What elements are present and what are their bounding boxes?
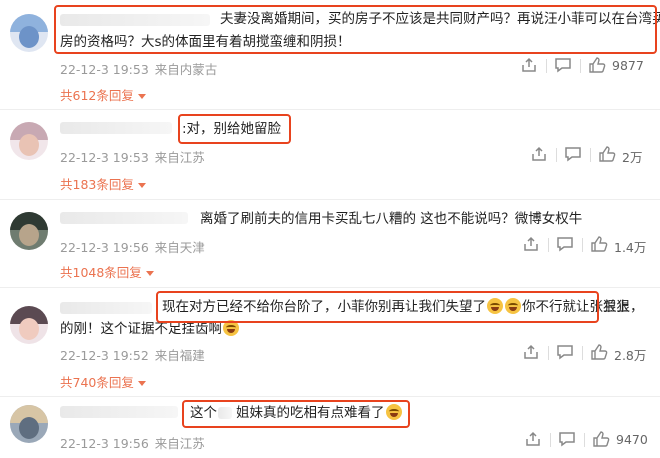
comment-icon[interactable] xyxy=(558,430,576,450)
thumbs-up-icon[interactable] xyxy=(590,235,608,255)
comment-time: 22-12-3 19:56 xyxy=(60,436,149,451)
divider xyxy=(584,433,585,447)
comment-actions: 9470 xyxy=(524,430,650,450)
comment-actions: 2.8万 xyxy=(522,343,650,363)
comment-4: 现在对方已经不给你台阶了，小菲你别再让我们失望了 你不行就让张兰上， 狠狠 的刚！… xyxy=(0,288,660,396)
comment-location: 来自内蒙古 xyxy=(154,62,218,77)
divider xyxy=(590,148,591,162)
divider xyxy=(548,238,549,252)
like-count: 2万 xyxy=(622,150,643,165)
divider xyxy=(582,346,583,360)
comment-text: 狠狠 xyxy=(603,299,630,315)
avatar[interactable] xyxy=(10,405,48,443)
thumbs-up-icon[interactable] xyxy=(598,145,616,165)
chevron-down-icon xyxy=(145,271,154,276)
like-count: 1.4万 xyxy=(614,240,647,255)
highlight-box xyxy=(182,400,410,428)
comment-icon[interactable] xyxy=(564,145,582,165)
comment-location: 来自江苏 xyxy=(154,436,205,451)
divider xyxy=(580,59,581,73)
replies-link[interactable]: 共612条回复 xyxy=(60,85,146,104)
comment-actions: 1.4万 xyxy=(522,235,650,255)
comment-meta: 22-12-3 19:53 来自江苏 xyxy=(60,147,205,166)
comment-3: 离婚了刷前夫的信用卡买乱七八糟的 这也不能说吗？微博女权牛 22-12-3 19… xyxy=(0,200,660,288)
highlight-box xyxy=(178,114,291,144)
comment-meta: 22-12-3 19:52 来自福建 xyxy=(60,345,205,364)
avatar[interactable] xyxy=(10,122,48,160)
share-icon[interactable] xyxy=(522,343,540,363)
comment-1: 夫妻没离婚期间，买的房子不应该是共同财产吗？再说汪小菲可以在台湾买 房的资格吗？… xyxy=(0,0,660,108)
highlight-box xyxy=(156,291,599,323)
comment-time: 22-12-3 19:53 xyxy=(60,62,149,77)
comment-meta: 22-12-3 19:56 来自天津 xyxy=(60,237,205,256)
divider xyxy=(550,433,551,447)
share-icon[interactable] xyxy=(520,56,538,76)
chevron-down-icon xyxy=(137,94,146,99)
comment-location: 来自福建 xyxy=(154,348,205,363)
divider xyxy=(556,148,557,162)
divider xyxy=(548,346,549,360)
share-icon[interactable] xyxy=(522,235,540,255)
username-blurred[interactable] xyxy=(60,122,172,134)
highlight-box xyxy=(54,5,657,54)
thumbs-up-icon[interactable] xyxy=(590,343,608,363)
like-count: 9877 xyxy=(612,58,644,73)
comment-time: 22-12-3 19:52 xyxy=(60,348,149,363)
like-count: 9470 xyxy=(616,432,648,447)
comment-meta: 22-12-3 19:56 来自江苏 xyxy=(60,433,205,452)
comment-icon[interactable] xyxy=(556,343,574,363)
avatar[interactable] xyxy=(10,212,48,250)
replies-link[interactable]: 共740条回复 xyxy=(60,372,146,391)
comment-time: 22-12-3 19:53 xyxy=(60,150,149,165)
thumbs-up-icon[interactable] xyxy=(592,430,610,450)
username-blurred[interactable] xyxy=(60,406,178,418)
replies-link[interactable]: 共1048条回复 xyxy=(60,262,154,281)
comment-actions: 2万 xyxy=(530,145,650,165)
comment-icon[interactable] xyxy=(554,56,572,76)
comment-location: 来自江苏 xyxy=(154,150,205,165)
comment-text: 离婚了刷前夫的信用卡买乱七八糟的 这也不能说吗？微博女权牛 xyxy=(200,211,583,227)
comment-5: 这个 姐妹真的吃相有点难看了 22-12-3 19:56 来自江苏 9470 xyxy=(0,397,660,458)
comment-2: :对，别给她留脸 22-12-3 19:53 来自江苏 2万 共183条回复 xyxy=(0,110,660,198)
comment-icon[interactable] xyxy=(556,235,574,255)
thumbs-up-icon[interactable] xyxy=(588,56,606,76)
username-blurred[interactable] xyxy=(60,302,152,314)
divider xyxy=(546,59,547,73)
share-icon[interactable] xyxy=(524,430,542,450)
replies-link[interactable]: 共183条回复 xyxy=(60,174,146,193)
like-count: 2.8万 xyxy=(614,348,647,363)
comment-location: 来自天津 xyxy=(154,240,205,255)
chevron-down-icon xyxy=(137,183,146,188)
chevron-down-icon xyxy=(137,381,146,386)
comment-meta: 22-12-3 19:53 来自内蒙古 xyxy=(60,59,217,78)
avatar[interactable] xyxy=(10,306,48,344)
share-icon[interactable] xyxy=(530,145,548,165)
username-blurred[interactable] xyxy=(60,212,188,224)
comment-actions: 9877 xyxy=(520,56,650,76)
divider xyxy=(582,238,583,252)
comment-time: 22-12-3 19:56 xyxy=(60,240,149,255)
avatar[interactable] xyxy=(10,14,48,52)
